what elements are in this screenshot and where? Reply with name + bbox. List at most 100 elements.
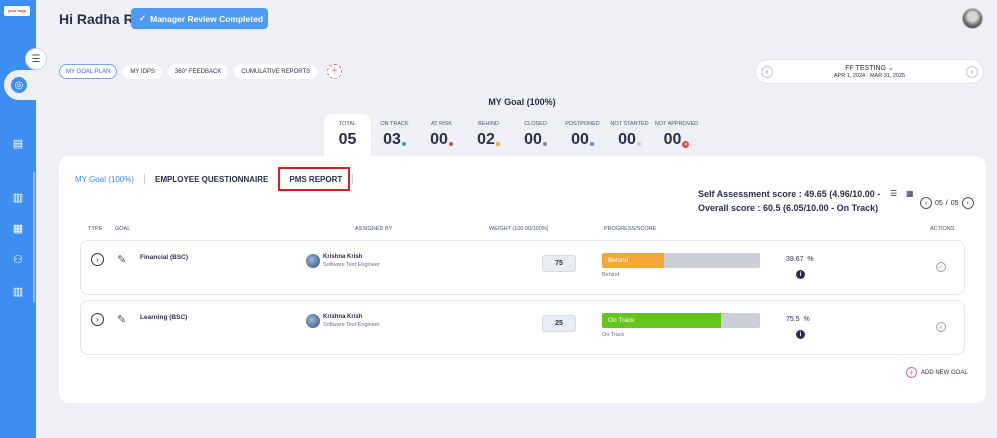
score-percent: 75.5 %: [786, 316, 810, 323]
nav-chart-icon[interactable]: ▥: [11, 192, 25, 204]
tab-my-goal-plan[interactable]: MY GOAL PLAN: [59, 64, 118, 79]
avatar: [306, 314, 320, 328]
stat-on-track[interactable]: ON TRACK 03: [371, 114, 418, 158]
target-icon: ◎: [11, 77, 27, 93]
page-total: 05: [950, 199, 959, 207]
stat-value: 00: [430, 131, 448, 148]
col-goal: GOAL: [115, 226, 131, 232]
action-check-icon[interactable]: ✓: [936, 322, 946, 332]
status-dot-icon: [589, 142, 594, 146]
stat-label: AT RISK: [431, 121, 452, 127]
sidebar-scrollbar[interactable]: [33, 172, 35, 302]
avatar[interactable]: [962, 8, 983, 29]
stat-postponed[interactable]: POSTPONED 00: [559, 114, 606, 158]
list-view-icon[interactable]: ☰: [890, 189, 897, 198]
col-actions: ACTIONS: [930, 226, 955, 232]
status-dot-icon: [495, 142, 500, 146]
goal-name: Financial (BSC): [140, 254, 189, 261]
prev-page-button[interactable]: ‹: [920, 197, 932, 209]
stats-row: TOTAL 05 ON TRACK 03 AT RISK 00 BEHIND 0…: [324, 114, 700, 158]
stat-behind[interactable]: BEHIND 02: [465, 114, 512, 158]
weight-field[interactable]: 25: [542, 315, 576, 332]
weight-field[interactable]: 75: [542, 255, 576, 272]
stat-label: NOT APPROVED: [654, 121, 699, 127]
goal-tabs: MY GOAL PLAN MY IDPS 360° FEEDBACK CUMUL…: [59, 64, 343, 79]
close-icon: ×: [682, 141, 690, 148]
stat-value: 03: [383, 131, 401, 148]
stat-label: CLOSED: [524, 121, 547, 127]
subtab-my-goal[interactable]: MY Goal (100%): [75, 175, 134, 184]
info-icon[interactable]: i: [796, 270, 805, 279]
tab-cumulative-reports[interactable]: CUMULATIVE REPORTS: [234, 64, 318, 79]
stat-not-approved[interactable]: NOT APPROVED 00 ×: [653, 114, 700, 158]
goal-title: MY Goal (100%): [488, 97, 556, 107]
page-separator: /: [945, 199, 948, 207]
plus-icon: +: [906, 367, 917, 378]
assignee-role: Software Test Engineer: [323, 262, 380, 268]
tab-360-feedback[interactable]: 360° FEEDBACK: [167, 64, 229, 79]
status-text: Behind: [602, 272, 620, 278]
table-row[interactable]: › ✎ Financial (BSC) Krishna Krish Softwa…: [80, 240, 965, 295]
progress-fill: On Track: [602, 313, 722, 328]
expand-icon[interactable]: ›: [91, 313, 104, 326]
status-dot-icon: [636, 142, 641, 146]
score-value: 75.5: [786, 316, 800, 323]
score-percent: 39.67 %: [786, 256, 814, 263]
nav-goals[interactable]: ◎: [4, 70, 44, 100]
progress-fill: Behind: [602, 253, 664, 268]
nav-report-icon[interactable]: ▥: [11, 286, 25, 298]
overall-score: Overall score : 60.5 (6.05/10.00 - On Tr…: [698, 203, 879, 213]
status-dot-icon: [401, 142, 406, 146]
brand-logo: your logo: [4, 6, 30, 16]
assignee-name: Krishna Krish: [323, 254, 363, 260]
stat-not-started[interactable]: NOT STARTED 00: [606, 114, 653, 158]
stat-value: 00: [571, 131, 589, 148]
stat-value: 05: [338, 131, 357, 148]
page-current: 05: [935, 199, 943, 207]
add-tab-button[interactable]: +: [327, 64, 343, 79]
info-icon[interactable]: i: [796, 330, 805, 339]
stat-label: NOT STARTED: [610, 121, 649, 127]
goal-type-icon: ✎: [117, 254, 127, 266]
grid-view-icon[interactable]: ▦: [906, 189, 914, 198]
period-name[interactable]: FF TESTING ⌄: [756, 64, 983, 72]
nav-book-icon[interactable]: ▦: [11, 223, 25, 235]
progress-bar: Behind: [602, 253, 760, 268]
status-text: On Track: [602, 332, 625, 338]
self-assessment-score: Self Assessment score : 49.65 (4.96/10.0…: [698, 189, 881, 199]
manager-review-label: Manager Review Completed: [150, 13, 264, 24]
stat-total[interactable]: TOTAL 05: [324, 114, 371, 158]
stat-label: TOTAL: [338, 121, 357, 127]
next-page-button[interactable]: ›: [961, 197, 974, 209]
divider: [352, 174, 354, 184]
nav-document-icon[interactable]: ▤: [11, 138, 25, 150]
period-selector[interactable]: ‹ FF TESTING ⌄ APR 1, 2024 - MAR 31, 202…: [755, 59, 984, 84]
assignee-name: Krishna Krish: [323, 314, 363, 320]
assignee-role: Software Test Engineer: [323, 322, 380, 328]
greeting: Hi Radha R: [59, 11, 134, 27]
manager-review-button[interactable]: ✓ Manager Review Completed: [131, 8, 268, 29]
add-new-goal-button[interactable]: + ADD NEW GOAL: [906, 367, 968, 378]
col-assigned-by: ASSIGNED BY: [355, 226, 393, 232]
nav-people-icon[interactable]: ⚇: [11, 254, 25, 266]
stat-value: 00: [618, 131, 636, 148]
pms-report-highlight: [278, 167, 350, 191]
stat-label: POSTPONED: [565, 121, 600, 127]
stat-closed[interactable]: CLOSED 00: [512, 114, 559, 158]
tab-my-idps[interactable]: MY IDPS: [123, 64, 162, 79]
status-dot-icon: [448, 142, 453, 146]
table-row[interactable]: › ✎ Learning (BSC) Krishna Krish Softwar…: [80, 300, 965, 355]
menu-collapse-icon: ☰: [31, 53, 41, 65]
sidebar-toggle-button[interactable]: ☰: [25, 48, 47, 70]
avatar: [306, 254, 320, 268]
col-type: TYPE: [88, 226, 103, 232]
percent-sign: %: [803, 316, 810, 323]
period-dates: APR 1, 2024 - MAR 31, 2025: [833, 73, 906, 79]
stat-at-risk[interactable]: AT RISK 00: [418, 114, 465, 158]
divider: [144, 174, 145, 184]
stat-value: 02: [477, 131, 495, 148]
expand-icon[interactable]: ›: [91, 253, 104, 266]
subtab-employee-questionnaire[interactable]: EMPLOYEE QUESTIONNAIRE: [155, 175, 268, 184]
chevron-right-icon[interactable]: ›: [966, 66, 978, 78]
action-check-icon[interactable]: ✓: [936, 262, 946, 272]
